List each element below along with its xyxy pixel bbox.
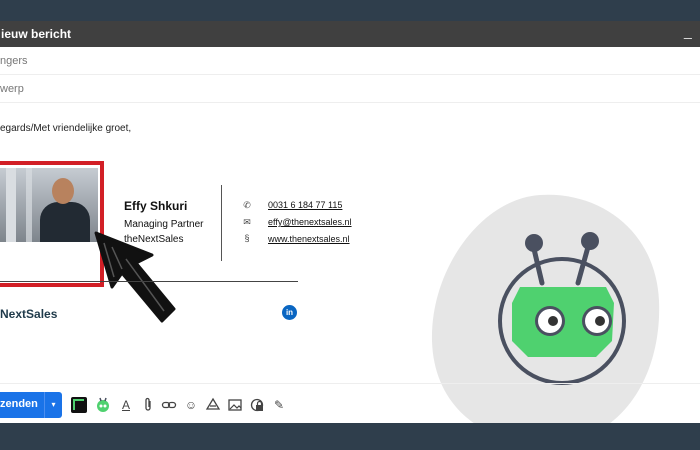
- attachment-icon[interactable]: [140, 397, 156, 413]
- photo-icon[interactable]: [227, 397, 243, 413]
- signature-name: Effy Shkuri: [124, 199, 188, 213]
- signature-pen-icon[interactable]: ✎: [271, 397, 287, 413]
- signature-website-link[interactable]: www.thenextsales.nl: [268, 234, 350, 244]
- robot-addon-icon[interactable]: [95, 397, 111, 413]
- signature-brand: NextSales: [0, 307, 58, 321]
- signature-company: theNextSales: [124, 234, 184, 245]
- web-icon: §: [244, 233, 250, 243]
- link-icon[interactable]: [161, 397, 177, 413]
- send-options-dropdown[interactable]: ▾: [44, 392, 62, 418]
- signature-photo-frame: [0, 161, 104, 287]
- recipients-placeholder: ngers: [0, 55, 28, 67]
- greeting-text: egards/Met vriendelijke groet,: [0, 123, 132, 134]
- signature-photo: [0, 168, 98, 242]
- drive-icon[interactable]: [205, 397, 221, 413]
- minimize-icon[interactable]: _: [684, 23, 692, 39]
- compose-titlebar[interactable]: ieuw bericht _: [0, 21, 700, 47]
- notes-app-icon[interactable]: [71, 397, 87, 413]
- compose-toolbar: zenden ▾ A ☺ ✎ ⋮: [0, 383, 700, 423]
- mail-icon: ✉: [243, 217, 251, 227]
- emoji-icon[interactable]: ☺: [183, 397, 199, 413]
- linkedin-icon[interactable]: in: [282, 305, 297, 320]
- signature-role: Managing Partner: [124, 219, 204, 230]
- send-button[interactable]: zenden: [0, 392, 44, 418]
- more-options-icon[interactable]: ⋮: [696, 396, 700, 412]
- text-format-icon[interactable]: A: [118, 397, 134, 413]
- confidential-icon[interactable]: [249, 397, 265, 413]
- signature-rule: [0, 281, 298, 282]
- message-body[interactable]: egards/Met vriendelijke groet, Effy Shku…: [0, 103, 700, 423]
- signature-divider: [221, 185, 222, 261]
- compose-window: ieuw bericht _ ngers werp egards/Met vri…: [0, 21, 700, 423]
- compose-title: ieuw bericht: [1, 27, 72, 41]
- subject-placeholder: werp: [0, 83, 24, 95]
- phone-icon: ✆: [243, 200, 251, 210]
- subject-field[interactable]: werp: [0, 75, 700, 103]
- recipients-field[interactable]: ngers: [0, 47, 700, 75]
- signature-phone[interactable]: 0031 6 184 77 115: [268, 200, 342, 210]
- signature-email-link[interactable]: effy@thenextsales.nl: [268, 217, 352, 227]
